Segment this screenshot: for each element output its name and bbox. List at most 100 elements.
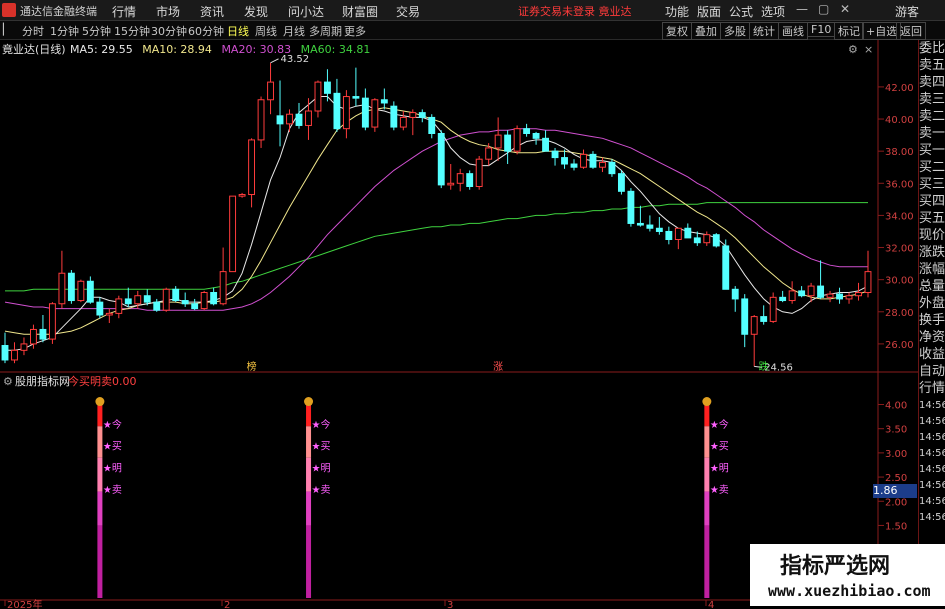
candle-body bbox=[466, 173, 474, 187]
candle bbox=[760, 305, 768, 325]
quote-field-label[interactable]: 外盘 bbox=[919, 295, 945, 312]
indicator-tick-label: 4.00 bbox=[885, 401, 907, 412]
x-tick-label: 2025年 bbox=[7, 598, 42, 609]
quote-field-label[interactable]: 净资 bbox=[919, 329, 945, 346]
y-tick-label: 36.00 bbox=[885, 179, 914, 190]
quote-field-label[interactable]: 卖四 bbox=[919, 74, 945, 91]
menu-formula[interactable]: 公式 bbox=[729, 3, 753, 20]
candle bbox=[286, 109, 293, 132]
quote-field-label[interactable]: 现价 bbox=[919, 227, 945, 244]
candle bbox=[599, 157, 606, 173]
candle-body bbox=[86, 280, 94, 303]
candle bbox=[665, 226, 673, 245]
period-tab-monthly[interactable]: 月线 bbox=[283, 23, 305, 39]
menu-quotes[interactable]: 行情 bbox=[112, 3, 136, 20]
quote-field-label[interactable]: 涨幅 bbox=[919, 261, 945, 278]
candle bbox=[418, 109, 426, 123]
login-warning[interactable]: 证券交易未登录 竟业达 bbox=[518, 3, 632, 19]
kline-chart[interactable]: 4.003.503.002.502.001.501.000.50★今★买★明★卖… bbox=[0, 40, 945, 609]
candle-body bbox=[741, 298, 749, 335]
quote-field-label[interactable]: 买三 bbox=[919, 176, 945, 193]
menu-function[interactable]: 功能 bbox=[665, 3, 689, 20]
quote-field-label[interactable]: 买一 bbox=[919, 142, 945, 159]
quote-field-label[interactable]: 换手 bbox=[919, 312, 945, 329]
signal-bar-segment bbox=[704, 426, 710, 458]
candle-body bbox=[447, 182, 455, 186]
period-tab-daily[interactable]: 日线 bbox=[227, 23, 249, 39]
period-tab-15min[interactable]: 15分钟 bbox=[114, 23, 150, 39]
menu-trade[interactable]: 交易 bbox=[396, 3, 420, 20]
back-button[interactable]: 返回 bbox=[896, 22, 926, 40]
menu-options[interactable]: 选项 bbox=[761, 3, 785, 20]
candle bbox=[238, 192, 246, 198]
mark-button[interactable]: 标记 bbox=[834, 22, 864, 40]
chart-close-icon[interactable]: × bbox=[864, 43, 873, 56]
menu-discover[interactable]: 发现 bbox=[244, 3, 268, 20]
candle-body bbox=[532, 132, 540, 139]
quote-field-label[interactable]: 卖五 bbox=[919, 57, 945, 74]
quote-field-label[interactable]: 卖二 bbox=[919, 108, 945, 125]
event-marker: 跌 bbox=[759, 360, 769, 373]
candle bbox=[684, 223, 692, 239]
period-tab-multi[interactable]: 多周期 bbox=[309, 23, 342, 39]
candle bbox=[731, 286, 739, 312]
period-tab-timeshare[interactable]: 分时 bbox=[22, 23, 44, 39]
adjust-button[interactable]: 复权 bbox=[662, 22, 692, 40]
quote-field-label[interactable]: 买四 bbox=[919, 193, 945, 210]
period-tab-more[interactable]: 更多 bbox=[344, 23, 366, 39]
candle-body bbox=[807, 285, 815, 297]
candle-body bbox=[542, 137, 550, 152]
candle-body bbox=[646, 224, 654, 229]
overlay-button[interactable]: 叠加 bbox=[691, 22, 721, 40]
candle bbox=[674, 227, 682, 250]
x-tick-label: 4 bbox=[708, 600, 714, 609]
period-tab-5min[interactable]: 5分钟 bbox=[82, 23, 111, 39]
quote-field-label[interactable]: 收益 bbox=[919, 346, 945, 363]
candle bbox=[428, 114, 436, 139]
period-tab-weekly[interactable]: 周线 bbox=[255, 23, 277, 39]
quote-field-label[interactable]: 总量 bbox=[919, 278, 945, 295]
quote-field-label[interactable]: 涨跌 bbox=[919, 244, 945, 261]
candle bbox=[11, 342, 18, 364]
restore-icon[interactable]: ▢ bbox=[818, 2, 829, 16]
quote-field-label[interactable]: 卖三 bbox=[919, 91, 945, 108]
candle-body bbox=[305, 110, 312, 126]
y-tick-label: 26.00 bbox=[885, 340, 914, 351]
tick-time: 14:56 bbox=[919, 400, 945, 411]
settings-gear-icon[interactable]: ⚙ bbox=[848, 43, 858, 56]
quote-side-panel[interactable]: 委比 卖五 卖四 卖三 卖二 卖一 买一 买二 买三 买四 买五 现价 涨跌 涨幅 总量 外盘 换手 净资 收益 自动… bbox=[873, 40, 945, 600]
period-tab-30min[interactable]: 30分钟 bbox=[151, 23, 187, 39]
stats-button[interactable]: 统计 bbox=[749, 22, 779, 40]
period-tab-60min[interactable]: 60分钟 bbox=[188, 23, 224, 39]
menu-ask[interactable]: 问小达 bbox=[288, 3, 324, 20]
signal-label: ★明 bbox=[710, 462, 729, 474]
draw-line-button[interactable]: 画线 bbox=[778, 22, 808, 40]
signal-bar-segment bbox=[306, 525, 312, 598]
menu-news[interactable]: 资讯 bbox=[200, 3, 224, 20]
user-label[interactable]: 游客 bbox=[895, 3, 919, 20]
menu-market[interactable]: 市场 bbox=[156, 3, 180, 20]
candle-body bbox=[485, 147, 493, 160]
menu-layout[interactable]: 版面 bbox=[697, 3, 721, 20]
signal-label: ★今 bbox=[103, 418, 122, 431]
quote-field-label[interactable]: 买二 bbox=[919, 159, 945, 176]
signal-bar-segment bbox=[306, 457, 312, 492]
candle bbox=[1, 332, 9, 364]
indicator-gear-icon[interactable]: ⚙ bbox=[3, 375, 13, 388]
quote-field-label[interactable]: 买五 bbox=[919, 210, 945, 227]
candle bbox=[229, 195, 237, 273]
quote-field-label[interactable]: 委比 bbox=[919, 40, 945, 57]
f10-button[interactable]: F10 bbox=[807, 22, 836, 37]
close-icon[interactable]: ✕ bbox=[840, 2, 850, 16]
candle-body bbox=[475, 158, 483, 187]
ma10-legend: MA10: 28.94 bbox=[142, 43, 212, 56]
quote-field-label[interactable]: 卖一 bbox=[919, 125, 945, 142]
multi-stock-button[interactable]: 多股 bbox=[720, 22, 750, 40]
period-tab-1min[interactable]: 1分钟 bbox=[50, 23, 79, 39]
tick-time: 14:56 bbox=[919, 512, 945, 523]
minimize-icon[interactable]: — bbox=[796, 2, 808, 16]
menu-wealth[interactable]: 财富圈 bbox=[342, 3, 378, 20]
candle bbox=[352, 67, 360, 107]
candle bbox=[314, 80, 322, 118]
candle bbox=[561, 149, 568, 169]
